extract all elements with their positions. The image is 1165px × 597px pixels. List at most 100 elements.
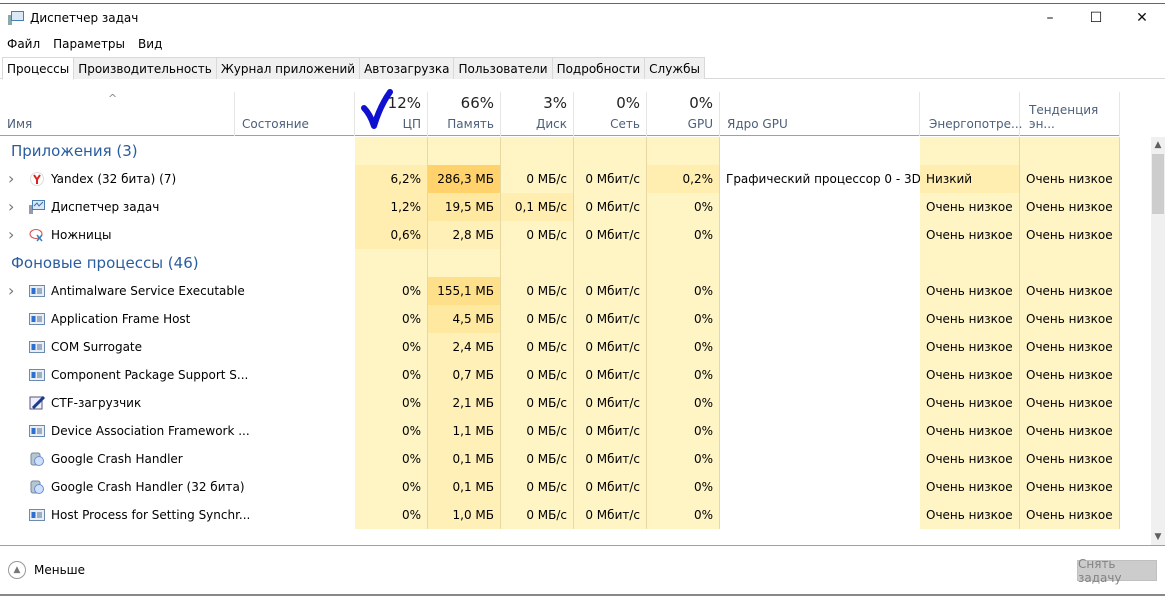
chevron-up-circle-icon: ▲	[8, 561, 26, 579]
column-label-network: Сеть	[610, 117, 640, 131]
window-controls: – ☐ ✕	[1027, 4, 1165, 32]
expand-chevron-icon[interactable]: ›	[8, 165, 14, 193]
group-header-cell-power	[920, 249, 1020, 277]
scrollbar-thumb[interactable]	[1152, 154, 1164, 214]
cell-power-trend: Очень низкое	[1020, 389, 1120, 417]
process-row[interactable]: › Ножницы 0,6% 2,8 МБ 0 МБ/с 0 Мбит/с 0% Очень …	[0, 221, 1120, 249]
minimize-button[interactable]: –	[1027, 4, 1073, 32]
menu-options[interactable]: Параметры	[53, 37, 125, 51]
vertical-scrollbar[interactable]: ▲ ▼	[1151, 137, 1165, 545]
cell-memory: 0,7 МБ	[428, 361, 501, 389]
cell-power-trend: Очень низкое	[1020, 221, 1120, 249]
group-header-row[interactable]: Приложения (3)	[0, 137, 1120, 165]
group-header-cell-cpu	[355, 137, 428, 165]
cell-gpu: 0%	[647, 193, 720, 221]
process-name: COM Surrogate	[51, 340, 143, 354]
column-label-cpu: ЦП	[402, 117, 421, 131]
tab-services[interactable]: Службы	[644, 57, 706, 79]
scroll-up-icon[interactable]: ▲	[1151, 137, 1165, 153]
expand-chevron-icon[interactable]: ›	[8, 221, 14, 249]
cell-cpu: 0%	[355, 305, 428, 333]
process-row[interactable]: › Antimalware Service Executable 0% 155,1 М…	[0, 277, 1120, 305]
process-row[interactable]: Component Package Support S... 0% 0,7 МБ 0 …	[0, 361, 1120, 389]
tab-startup[interactable]: Автозагрузка	[359, 57, 455, 79]
cell-gpu-engine	[720, 445, 920, 473]
process-row[interactable]: Google Crash Handler 0% 0,1 МБ 0 МБ/с 0 Мбит…	[0, 445, 1120, 473]
cell-cpu: 0,6%	[355, 221, 428, 249]
process-name: Диспетчер задач	[51, 200, 160, 214]
process-row[interactable]: › Диспетчер задач 1,2% 19,5 МБ 0,1 МБ/с 0 Мби…	[0, 193, 1120, 221]
column-label-gpu: GPU	[687, 117, 713, 131]
group-header-cell-memory	[428, 137, 501, 165]
cell-disk: 0 МБ/с	[501, 333, 574, 361]
group-header-cell-power-trend	[1020, 249, 1120, 277]
cell-disk: 0 МБ/с	[501, 389, 574, 417]
column-header-power[interactable]: Энергопотре...	[920, 92, 1023, 136]
menu-view[interactable]: Вид	[138, 37, 162, 51]
cell-gpu-engine	[720, 277, 920, 305]
column-header-memory[interactable]: 66% Память	[428, 92, 501, 136]
cell-disk: 0 МБ/с	[501, 305, 574, 333]
group-header-cell-network	[574, 137, 647, 165]
cell-power-trend: Очень низкое	[1020, 193, 1120, 221]
process-row[interactable]: CTF-загрузчик 0% 2,1 МБ 0 МБ/с 0 Мбит/с 0% Оче…	[0, 389, 1120, 417]
process-row[interactable]: Device Association Framework ... 0% 1,1 МБ…	[0, 417, 1120, 445]
column-label-power: Энергопотре...	[929, 117, 1023, 131]
maximize-button[interactable]: ☐	[1073, 4, 1119, 32]
cell-power: Очень низкое	[920, 501, 1020, 529]
column-header-name[interactable]: ^ Имя	[0, 92, 235, 136]
cell-memory: 1,1 МБ	[428, 417, 501, 445]
column-label-memory: Память	[447, 117, 494, 131]
cell-cpu: 0%	[355, 445, 428, 473]
window-title: Диспетчер задач	[30, 11, 139, 25]
cell-cpu: 0%	[355, 473, 428, 501]
cell-power-trend: Очень низкое	[1020, 445, 1120, 473]
end-task-button[interactable]: Снять задачу	[1077, 557, 1157, 585]
footer: ▲ Меньше Снять задачу	[0, 546, 1165, 594]
process-row[interactable]: Application Frame Host 0% 4,5 МБ 0 МБ/с 0 Мб…	[0, 305, 1120, 333]
fewer-details-label: Меньше	[34, 563, 86, 577]
column-header-power-trend[interactable]: Тенденция эн...	[1020, 92, 1120, 136]
column-header-gpu-engine[interactable]: Ядро GPU	[720, 92, 920, 136]
disk-total: 3%	[543, 94, 567, 112]
tab-performance[interactable]: Производительность	[73, 57, 217, 79]
tab-app-history[interactable]: Журнал приложений	[215, 57, 361, 79]
cell-network: 0 Мбит/с	[574, 193, 647, 221]
cell-power: Очень низкое	[920, 277, 1020, 305]
gpu-total: 0%	[689, 94, 713, 112]
expand-chevron-icon[interactable]: ›	[8, 193, 14, 221]
cell-gpu: 0%	[647, 305, 720, 333]
tab-details[interactable]: Подробности	[551, 57, 646, 79]
group-header-row[interactable]: Фоновые процессы (46)	[0, 249, 1120, 277]
network-total: 0%	[616, 94, 640, 112]
close-button[interactable]: ✕	[1119, 4, 1165, 32]
process-row[interactable]: › Yandex (32 бита) (7) 6,2% 286,3 МБ 0 МБ/с 0…	[0, 165, 1120, 193]
yandex-icon	[29, 172, 45, 186]
process-name: CTF-загрузчик	[51, 396, 142, 410]
cell-network: 0 Мбит/с	[574, 277, 647, 305]
google-crash-handler-icon	[29, 452, 45, 466]
process-row[interactable]: COM Surrogate 0% 2,4 МБ 0 МБ/с 0 Мбит/с 0% Оче…	[0, 333, 1120, 361]
cell-disk: 0 МБ/с	[501, 473, 574, 501]
process-row[interactable]: Google Crash Handler (32 бита) 0% 0,1 МБ 0 …	[0, 473, 1120, 501]
column-header-status[interactable]: Состояние	[235, 92, 355, 136]
cell-network: 0 Мбит/с	[574, 361, 647, 389]
service-window-icon	[29, 368, 45, 382]
column-header-network[interactable]: 0% Сеть	[574, 92, 647, 136]
cell-gpu: 0%	[647, 221, 720, 249]
scroll-down-icon[interactable]: ▼	[1151, 529, 1165, 545]
tab-processes[interactable]: Процессы	[2, 57, 75, 80]
process-row[interactable]: Host Process for Setting Synchr... 0% 1,0 …	[0, 501, 1120, 529]
tab-users[interactable]: Пользователи	[453, 57, 553, 79]
expand-chevron-icon[interactable]: ›	[8, 277, 14, 305]
column-header-disk[interactable]: 3% Диск	[501, 92, 574, 136]
cell-network: 0 Мбит/с	[574, 473, 647, 501]
menu-file[interactable]: Файл	[7, 37, 40, 51]
cell-disk: 0 МБ/с	[501, 221, 574, 249]
cell-disk: 0 МБ/с	[501, 445, 574, 473]
cell-cpu: 6,2%	[355, 165, 428, 193]
column-header-gpu[interactable]: 0% GPU	[647, 92, 720, 136]
process-name: Application Frame Host	[51, 312, 191, 326]
cell-power: Очень низкое	[920, 389, 1020, 417]
fewer-details-button[interactable]: ▲ Меньше	[8, 561, 85, 579]
